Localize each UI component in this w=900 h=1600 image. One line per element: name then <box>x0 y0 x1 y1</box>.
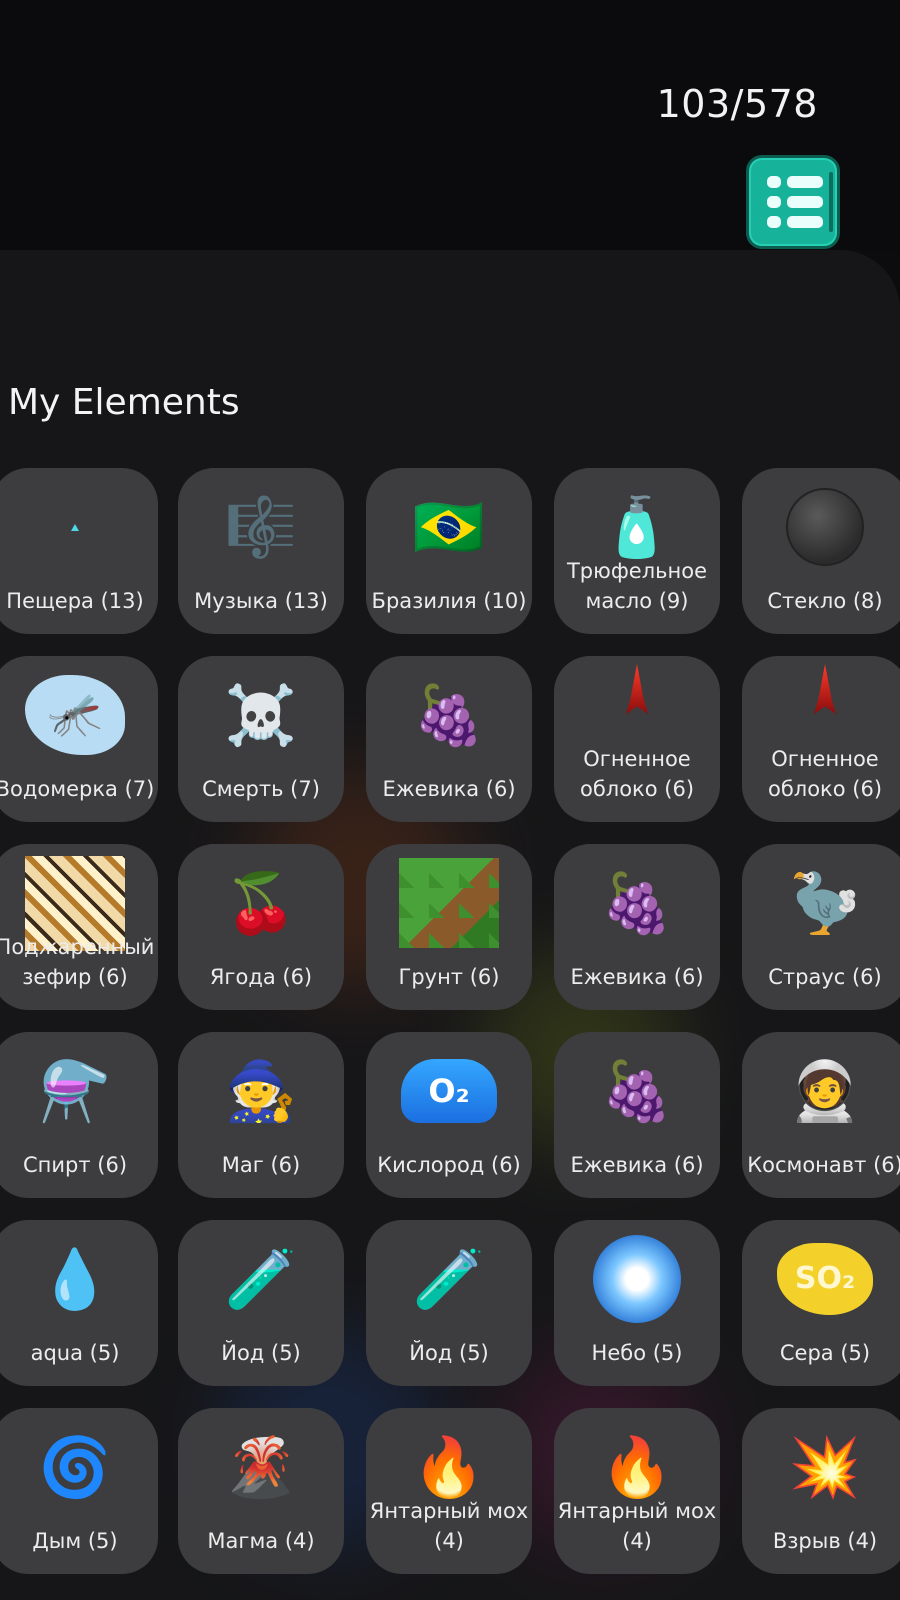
blackberry-icon: 🍇 <box>600 869 674 937</box>
fire-cloud-icon <box>554 664 720 754</box>
element-label: Янтарный мох (4) <box>369 1499 529 1553</box>
glass-icon <box>742 482 900 572</box>
element-tile[interactable]: O₂ Кислород (6) <box>366 1032 532 1198</box>
element-label: Ежевика (6) <box>570 965 704 989</box>
element-tile[interactable]: 🍇 Ежевика (6) <box>366 656 532 822</box>
element-tile[interactable]: ☠️ Смерть (7) <box>178 656 344 822</box>
element-tile[interactable]: SO₂ Сера (5) <box>742 1220 900 1386</box>
element-tile[interactable]: ⚗️ Спирт (6) <box>0 1032 158 1198</box>
element-tile[interactable]: Пещера (13) <box>0 468 158 634</box>
element-tile[interactable]: 🌀 Дым (5) <box>0 1408 158 1574</box>
blackberry-icon: 🍇 <box>412 681 486 749</box>
cave-icon <box>0 482 158 572</box>
discovered-counter: 103/578 <box>656 82 818 126</box>
element-label: Йод (5) <box>409 1341 489 1365</box>
element-tile[interactable]: 🧴 Трюфельное масло (9) <box>554 468 720 634</box>
element-label: Огненное облоко (6) <box>579 747 695 801</box>
element-label: aqua (5) <box>30 1341 120 1365</box>
element-tile[interactable]: 🦤 Страус (6) <box>742 844 900 1010</box>
element-label: Дым (5) <box>32 1529 118 1553</box>
ground-icon <box>366 858 532 948</box>
element-tile[interactable]: 🧪 Йод (5) <box>178 1220 344 1386</box>
element-tile[interactable]: 🧙 Маг (6) <box>178 1032 344 1198</box>
element-label: Сера (5) <box>779 1341 871 1365</box>
element-label: Водомерка (7) <box>0 777 155 801</box>
element-tile[interactable]: Небо (5) <box>554 1220 720 1386</box>
section-title: My Elements <box>8 382 240 423</box>
element-label: Огненное облоко (6) <box>767 747 883 801</box>
element-tile[interactable]: 💧 aqua (5) <box>0 1220 158 1386</box>
element-label: Маг (6) <box>221 1153 301 1177</box>
list-menu-button[interactable] <box>746 155 840 249</box>
element-tile[interactable]: Поджаренный зефир (6) <box>0 844 158 1010</box>
element-label: Стекло (8) <box>767 589 883 613</box>
element-label: Грунт (6) <box>398 965 500 989</box>
wizard-icon: 🧙 <box>224 1057 298 1125</box>
element-label: Магма (4) <box>207 1529 315 1553</box>
blackberry-icon: 🍇 <box>600 1057 674 1125</box>
element-label: Трюфельное масло (9) <box>566 559 707 613</box>
element-label: Спирт (6) <box>22 1153 128 1177</box>
brazil-flag-icon: 🇧🇷 <box>412 493 486 561</box>
element-label: Страус (6) <box>768 965 882 989</box>
astronaut-icon: 🧑‍🚀 <box>788 1057 862 1125</box>
element-tile[interactable]: 🧑‍🚀 Космонавт (6) <box>742 1032 900 1198</box>
element-tile[interactable]: Стекло (8) <box>742 468 900 634</box>
element-tile[interactable]: 🍒 Ягода (6) <box>178 844 344 1010</box>
element-tile[interactable]: 🇧🇷 Бразилия (10) <box>366 468 532 634</box>
element-label: Янтарный мох (4) <box>557 1499 717 1553</box>
element-tile[interactable]: 🍇 Ежевика (6) <box>554 844 720 1010</box>
fire-cloud-icon <box>742 664 900 754</box>
element-tile[interactable]: 🍇 Ежевика (6) <box>554 1032 720 1198</box>
iodine-bottle-icon: 🧪 <box>412 1245 486 1313</box>
element-tile[interactable]: 🔥 Янтарный мох (4) <box>366 1408 532 1574</box>
element-label: Поджаренный зефир (6) <box>0 935 155 989</box>
water-strider-icon: 🦟 <box>0 670 158 760</box>
element-label: Взрыв (4) <box>772 1529 878 1553</box>
element-tile[interactable]: Грунт (6) <box>366 844 532 1010</box>
sky-icon <box>554 1234 720 1324</box>
smoke-swirl-icon: 🌀 <box>38 1433 112 1501</box>
element-tile[interactable]: 💥 Взрыв (4) <box>742 1408 900 1574</box>
element-tile[interactable]: 🌋 Магма (4) <box>178 1408 344 1574</box>
element-label: Смерть (7) <box>202 777 320 801</box>
skull-icon: ☠️ <box>224 681 298 749</box>
top-bar: 103/578 <box>0 0 900 250</box>
flask-icon: ⚗️ <box>38 1057 112 1125</box>
element-tile[interactable]: 🦟 Водомерка (7) <box>0 656 158 822</box>
water-drop-icon: 💧 <box>38 1245 112 1313</box>
magma-icon: 🌋 <box>224 1433 298 1501</box>
element-label: Небо (5) <box>591 1341 683 1365</box>
iodine-bottle-icon: 🧪 <box>224 1245 298 1313</box>
element-tile[interactable]: 🔥 Янтарный мох (4) <box>554 1408 720 1574</box>
element-label: Ежевика (6) <box>382 777 516 801</box>
element-tile[interactable]: 🧪 Йод (5) <box>366 1220 532 1386</box>
ostrich-icon: 🦤 <box>788 869 862 937</box>
element-label: Кислород (6) <box>377 1153 521 1177</box>
element-label: Бразилия (10) <box>371 589 527 613</box>
element-label: Космонавт (6) <box>747 1153 900 1177</box>
element-tile[interactable]: Огненное облоко (6) <box>554 656 720 822</box>
element-tile[interactable]: 🎼 Музыка (13) <box>178 468 344 634</box>
element-label: Ягода (6) <box>209 965 313 989</box>
element-label: Йод (5) <box>221 1341 301 1365</box>
berry-icon: 🍒 <box>224 869 298 937</box>
music-icon: 🎼 <box>224 493 298 561</box>
element-label: Ежевика (6) <box>570 1153 704 1177</box>
sulfur-dioxide-icon: SO₂ <box>742 1234 900 1324</box>
oxygen-cloud-icon: O₂ <box>366 1046 532 1136</box>
element-label: Музыка (13) <box>194 589 328 613</box>
element-tile[interactable]: Огненное облоко (6) <box>742 656 900 822</box>
element-label: Пещера (13) <box>6 589 144 613</box>
explosion-icon: 💥 <box>788 1433 862 1501</box>
